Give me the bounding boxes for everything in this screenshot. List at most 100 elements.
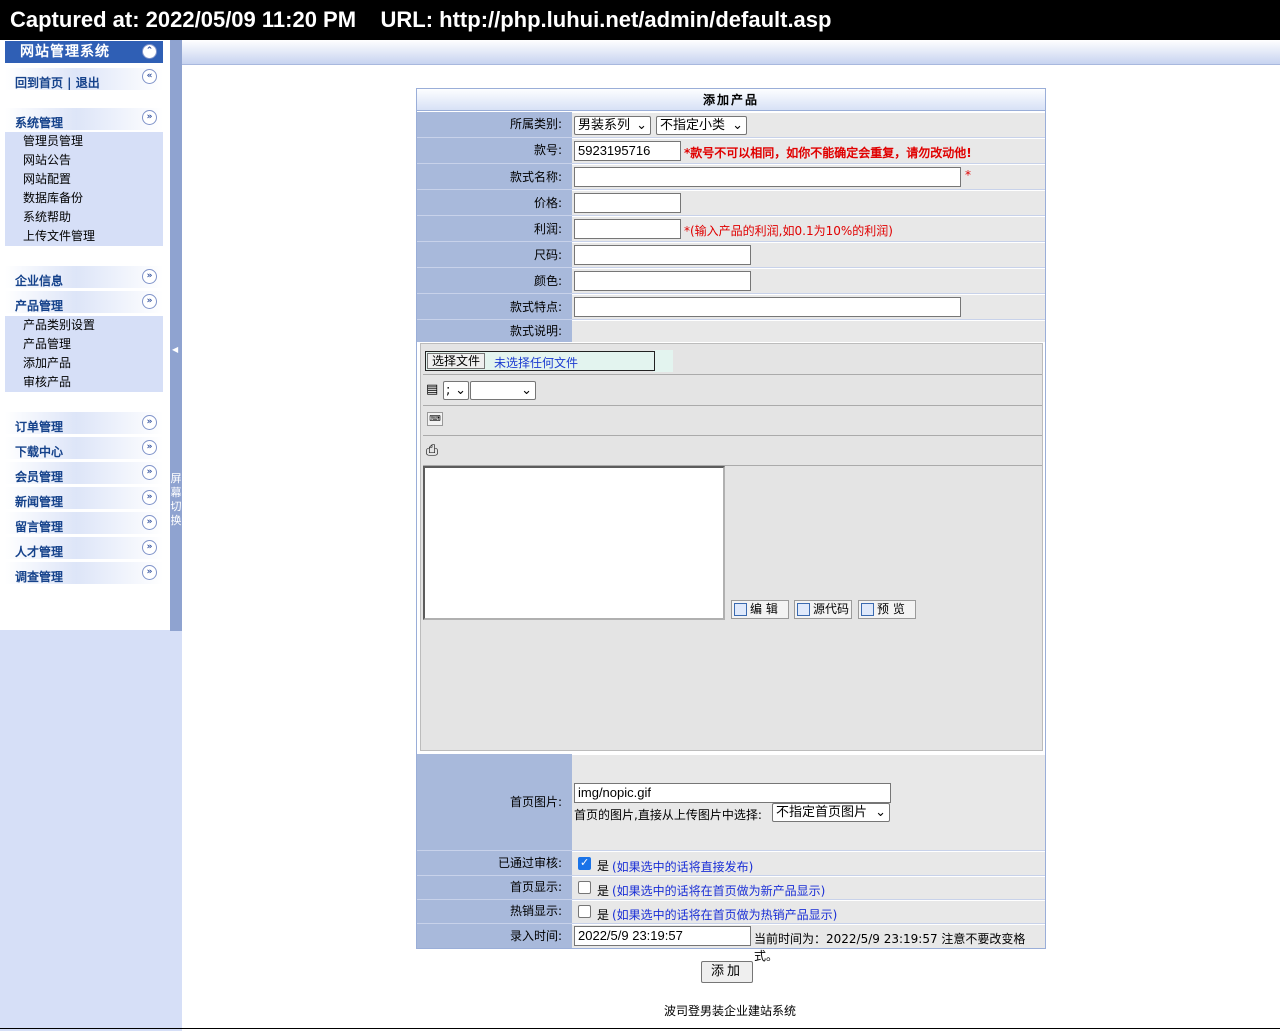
chevron-down-icon[interactable]: » — [142, 515, 157, 530]
chevron-down-icon[interactable]: » — [142, 490, 157, 505]
edit-icon — [734, 603, 747, 616]
size-input[interactable] — [574, 245, 751, 265]
category-label: 所属类别: — [417, 112, 572, 137]
sidebar-menu: 网站管理系统 ⌃ 回到首页 | 退出 « 系统管理 » 管理员管理 网站公告 网… — [0, 40, 170, 630]
image-select[interactable]: 不指定首页图片 ⌄ — [772, 803, 890, 822]
profit-cell: *(输入产品的利润,如0.1为10%的利润) — [572, 216, 1045, 242]
menu-item-help[interactable]: 系统帮助 — [5, 208, 163, 227]
category-main-select[interactable]: 男装系列 ⌄ — [574, 116, 651, 135]
footer-text: 波司登男装企业建站系统 — [663, 1004, 796, 1018]
menu-item-announcement[interactable]: 网站公告 — [5, 151, 163, 170]
chevron-down-icon: ⌄ — [521, 383, 532, 398]
chevron-down-icon[interactable]: » — [142, 565, 157, 580]
editor-content-area[interactable] — [423, 466, 725, 620]
hot-hint: (如果选中的话将在首页做为热销产品显示) — [612, 908, 838, 922]
menu-header-company[interactable]: 企业信息 — [5, 266, 163, 288]
code-input[interactable]: 5923195716 — [574, 141, 681, 161]
menu-item-category-settings[interactable]: 产品类别设置 — [5, 316, 163, 335]
mode-source-button[interactable]: 源代码 — [794, 600, 852, 619]
feature-label: 款式特点: — [417, 294, 572, 320]
menu-header-messages-label: 留言管理 — [15, 520, 64, 534]
screen-toggle-label[interactable]: 屏幕切换 — [170, 472, 182, 528]
category-sub-value: 不指定小类 — [660, 118, 726, 133]
color-input[interactable] — [574, 271, 751, 291]
font-select[interactable]: ; ⌄ — [443, 381, 469, 400]
chevron-down-icon[interactable]: » — [142, 110, 157, 125]
collapse-arrow-icon[interactable]: ◀ — [172, 345, 178, 354]
approved-checkbox[interactable] — [578, 856, 591, 870]
menu-header-news[interactable]: 新闻管理 — [5, 487, 163, 509]
mode-edit-button[interactable]: 编 辑 — [731, 600, 789, 619]
chevron-down-icon: ⌄ — [636, 118, 647, 133]
menu-header-products[interactable]: 产品管理 — [5, 291, 163, 313]
chevron-down-icon[interactable]: » — [142, 269, 157, 284]
menu-item-uploads[interactable]: 上传文件管理 — [5, 227, 163, 246]
collapse-up-icon[interactable]: ⌃ — [142, 44, 157, 59]
menu-header-downloads-label: 下载中心 — [15, 445, 64, 459]
menu-header-survey[interactable]: 调查管理 — [5, 562, 163, 584]
menu-item-site-config[interactable]: 网站配置 — [5, 170, 163, 189]
menu-header-system-label: 系统管理 — [15, 116, 64, 130]
code-icon — [797, 603, 810, 616]
chevron-down-icon[interactable]: » — [142, 440, 157, 455]
time-input[interactable]: 2022/5/9 23:19:57 — [574, 926, 751, 946]
profit-input[interactable] — [574, 219, 681, 239]
image-input[interactable]: img/nopic.gif — [574, 783, 891, 803]
home-hint: (如果选中的话将在首页做为新产品显示) — [612, 884, 826, 898]
choose-file-button[interactable]: 选择文件 — [427, 353, 486, 369]
submit-button[interactable]: 添加 — [701, 961, 753, 983]
chevron-down-icon[interactable]: » — [142, 294, 157, 309]
hot-checkbox[interactable] — [578, 905, 591, 918]
color-cell — [572, 268, 1045, 294]
print-icon[interactable]: ⎙ — [426, 441, 438, 459]
mode-source-label: 源代码 — [813, 602, 850, 616]
menu-item-db-backup[interactable]: 数据库备份 — [5, 189, 163, 208]
frame-toggle-bar[interactable]: ◀ 屏幕切换 — [170, 40, 182, 631]
size-select[interactable]: ⌄ — [470, 381, 536, 400]
editor-upload-row: 选择文件 未选择任何文件 — [423, 346, 1042, 375]
font-select-value: ; — [446, 383, 451, 398]
top-divider — [182, 64, 1280, 65]
menu-header-downloads[interactable]: 下载中心 — [5, 437, 163, 459]
category-sub-select[interactable]: 不指定小类 ⌄ — [656, 116, 747, 135]
menu-header-system[interactable]: 系统管理 — [5, 108, 163, 130]
feature-input[interactable] — [574, 297, 961, 317]
sidebar-title: 网站管理系统 — [5, 41, 163, 63]
approved-hint: (如果选中的话将直接发布) — [612, 860, 754, 874]
home-logout-link[interactable]: 回到首页 | 退出 — [15, 74, 100, 91]
collapse-left-icon[interactable]: « — [142, 69, 157, 84]
menu-item-review-product[interactable]: 审核产品 — [5, 373, 163, 392]
chevron-down-icon: ⌄ — [732, 118, 743, 133]
hot-label: 热销显示: — [417, 900, 572, 923]
editor-toolbar-row: ⌨ — [423, 406, 1042, 436]
menu-header-members-label: 会员管理 — [15, 470, 64, 484]
approved-cell: 是 (如果选中的话将直接发布) — [572, 851, 1045, 875]
menu-header-talent[interactable]: 人才管理 — [5, 537, 163, 559]
price-input[interactable] — [574, 193, 681, 213]
image-hint: 首页的图片,直接从上传图片中选择: — [574, 808, 762, 822]
chevron-down-icon[interactable]: » — [142, 415, 157, 430]
chevron-down-icon[interactable]: » — [142, 465, 157, 480]
mode-preview-button[interactable]: 预 览 — [858, 600, 916, 619]
menu-header-members[interactable]: 会员管理 — [5, 462, 163, 484]
menu-header-messages[interactable]: 留言管理 — [5, 512, 163, 534]
sidebar-edge — [170, 631, 182, 1031]
menu-header-survey-label: 调查管理 — [15, 570, 64, 584]
required-mark: * — [965, 168, 971, 182]
mode-preview-label: 预 览 — [877, 602, 905, 616]
menu-header-orders[interactable]: 订单管理 — [5, 412, 163, 434]
price-label: 价格: — [417, 190, 572, 216]
menu-item-add-product[interactable]: 添加产品 — [5, 354, 163, 373]
menu-item-product-manage[interactable]: 产品管理 — [5, 335, 163, 354]
home-checkbox[interactable] — [578, 881, 591, 894]
name-input[interactable] — [574, 167, 961, 187]
chevron-down-icon[interactable]: » — [142, 540, 157, 555]
desc-label: 款式说明: — [417, 320, 572, 342]
image-label: 首页图片: — [417, 754, 572, 850]
add-product-form: 添加产品 所属类别: 男装系列 ⌄ 不指定小类 ⌄ 款号: 5923195716 *… — [416, 88, 1046, 963]
menu-item-admins[interactable]: 管理员管理 — [5, 132, 163, 151]
editor-font-row: ▤ ; ⌄ ⌄ — [423, 375, 1042, 406]
image-cell: img/nopic.gif 首页的图片,直接从上传图片中选择: 不指定首页图片 ⌄ — [572, 754, 1045, 850]
keyboard-icon[interactable]: ⌨ — [427, 412, 443, 426]
category-main-value: 男装系列 — [578, 118, 631, 133]
